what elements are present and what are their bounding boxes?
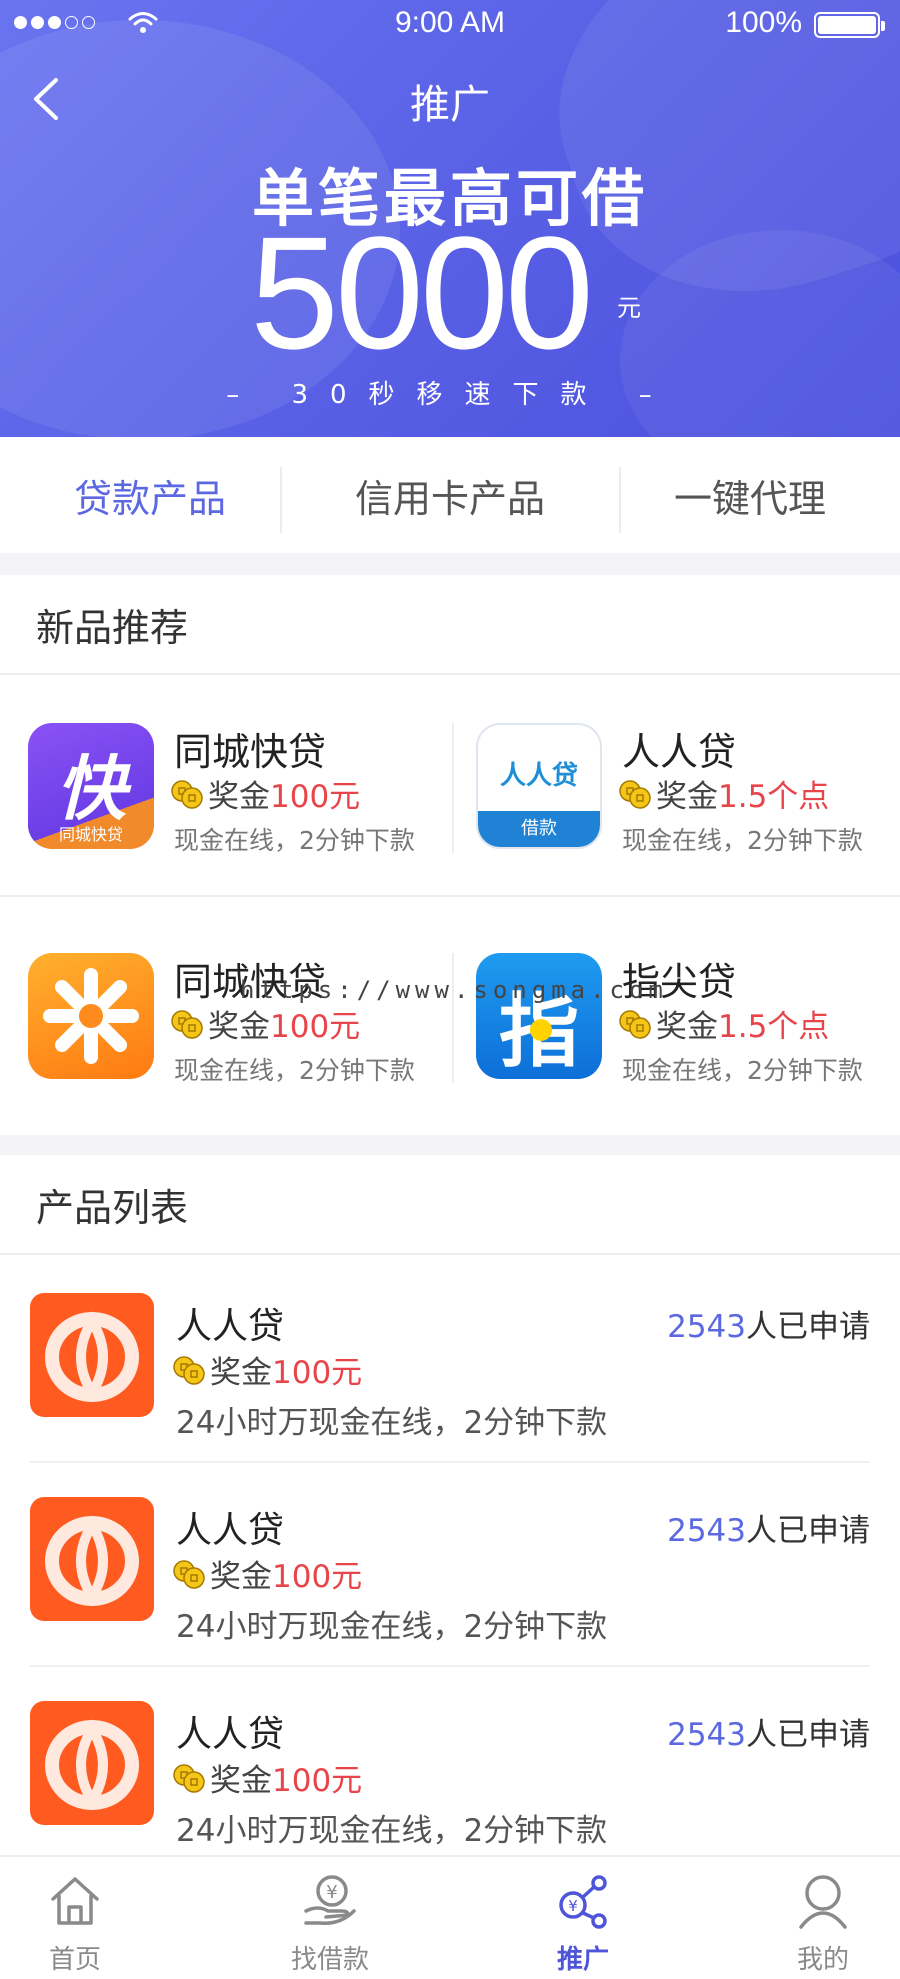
banner-subline: – 30秒移速下款 – [226, 380, 674, 410]
product-card[interactable]: 指 指尖贷 奖金1.5个点 现金在线，2分钟下款 [448, 907, 898, 1127]
product-desc: 现金在线，2分钟下款 [622, 826, 863, 855]
renrendai-list-icon [30, 1701, 154, 1825]
coin-icon [619, 1009, 651, 1039]
svg-text:¥: ¥ [326, 1882, 337, 1903]
product-desc: 现金在线，2分钟下款 [174, 1056, 415, 1085]
bonus-info: 奖金 1.5个点 [618, 771, 829, 816]
banner-amount-unit: 元 [617, 294, 641, 322]
tabbar-item-mine[interactable]: 我的 [748, 1857, 898, 1979]
battery-percentage: 100% [725, 6, 802, 39]
product-desc: 现金在线，2分钟下款 [622, 1056, 863, 1085]
bonus-info: 奖金 1.5个点 [618, 1001, 829, 1046]
tab-divider [619, 467, 621, 533]
product-desc: 24小时万现金在线，2分钟下款 [176, 1609, 608, 1645]
status-bar: 9:00 AM 100% [0, 0, 900, 48]
coin-icon [173, 1763, 205, 1793]
apply-count: 2543人已申请 [667, 1513, 870, 1549]
star-app-icon [28, 953, 154, 1079]
category-tabs: 贷款产品 信用卡产品 一键代理 [0, 437, 900, 553]
tab-credit-card-products[interactable]: 信用卡产品 [300, 437, 600, 553]
tabbar-item-find-loan[interactable]: ¥ 找借款 [255, 1857, 405, 1979]
product-desc: 现金在线，2分钟下款 [174, 826, 415, 855]
product-grid-row: 同城快贷 奖金100元 现金在线，2分钟下款 指 指尖贷 [0, 907, 900, 1127]
renrendai-app-icon: 人人贷 借款 [476, 723, 602, 849]
bonus-info: 奖金 100元 [170, 1001, 360, 1046]
tabbar-label: 找借款 [290, 1945, 369, 1975]
list-item[interactable]: 人人贷 奖金 100元 24小时万现金在线，2分钟下款 2543人已申请 [0, 1257, 900, 1461]
tab-divider [280, 467, 282, 533]
bonus-info: 奖金 100元 [172, 1551, 362, 1596]
tabbar-item-home[interactable]: 首页 [0, 1857, 150, 1979]
product-name: 人人贷 [176, 1510, 285, 1551]
product-card[interactable]: 同城快贷 奖金 100元 现金在线，2分钟下款 [0, 907, 450, 1127]
promo-banner: 9:00 AM 100% 推广 单笔最高可借 5000 元 – 30秒移速下款 … [0, 0, 900, 437]
renrendai-list-icon [30, 1293, 154, 1417]
user-icon [799, 1875, 847, 1929]
list-item[interactable]: 人人贷 奖金 100元 24小时万现金在线，2分钟下款 2543人已申请 [0, 1665, 900, 1869]
watermark-text: https://www.songma.com [240, 976, 668, 1004]
list-item[interactable]: 人人贷 奖金 100元 24小时万现金在线，2分钟下款 2543人已申请 [0, 1461, 900, 1665]
coin-icon [173, 1559, 205, 1589]
home-icon [51, 1877, 99, 1925]
loan-hand-icon: ¥ [304, 1875, 356, 1925]
share-network-icon: ¥ [559, 1875, 607, 1929]
product-card[interactable]: 人人贷 借款 人人贷 奖金 1.5个点 现金在线，2分钟下款 [448, 677, 898, 897]
apply-count: 2543人已申请 [667, 1309, 870, 1345]
section-title: 新品推荐 [0, 575, 900, 675]
page-title: 推广 [410, 82, 490, 128]
kuai-app-icon: 快 同城快贷 [28, 723, 154, 849]
new-products-section: 新品推荐 快 同城快贷 同城快贷 奖金 100元 现金在线，2分钟下款 人人贷 … [0, 575, 900, 1135]
product-name: 人人贷 [176, 1714, 285, 1755]
coin-icon [173, 1355, 205, 1385]
bonus-info: 奖金 100元 [170, 771, 360, 816]
bonus-info: 奖金 100元 [172, 1755, 362, 1800]
coin-icon [171, 1009, 203, 1039]
tabbar-label: 首页 [48, 1945, 101, 1975]
product-list-section: 产品列表 人人贷 奖金 100元 24小时万现金在线，2分钟下款 2543人已申请 [0, 1155, 900, 1855]
bonus-info: 奖金 100元 [172, 1347, 362, 1392]
coin-icon [619, 779, 651, 809]
battery-icon [814, 12, 885, 38]
section-title: 产品列表 [0, 1155, 900, 1255]
coin-icon [171, 779, 203, 809]
product-desc: 24小时万现金在线，2分钟下款 [176, 1405, 608, 1441]
product-grid-row: 快 同城快贷 同城快贷 奖金 100元 现金在线，2分钟下款 人人贷 借款 人人… [0, 677, 900, 897]
product-name: 同城快贷 [174, 730, 327, 774]
tab-one-click-agent[interactable]: 一键代理 [600, 437, 900, 553]
product-name: 人人贷 [622, 730, 737, 774]
product-card[interactable]: 快 同城快贷 同城快贷 奖金 100元 现金在线，2分钟下款 [0, 677, 450, 897]
banner-amount: 5000 [250, 203, 594, 382]
renrendai-list-icon [30, 1497, 154, 1621]
tab-loan-products[interactable]: 贷款产品 [0, 437, 300, 553]
apply-count: 2543人已申请 [667, 1717, 870, 1753]
product-name: 人人贷 [176, 1306, 285, 1347]
tabbar-label: 我的 [796, 1945, 849, 1975]
bottom-tab-bar: 首页 ¥ 找借款 ¥ 推广 我的 [0, 1855, 900, 1979]
tabbar-item-promote[interactable]: ¥ 推广 [508, 1857, 658, 1979]
tabbar-label: 推广 [556, 1945, 609, 1975]
svg-text:¥: ¥ [568, 1897, 578, 1915]
product-desc: 24小时万现金在线，2分钟下款 [176, 1813, 608, 1849]
zhijian-app-icon: 指 [476, 953, 602, 1079]
